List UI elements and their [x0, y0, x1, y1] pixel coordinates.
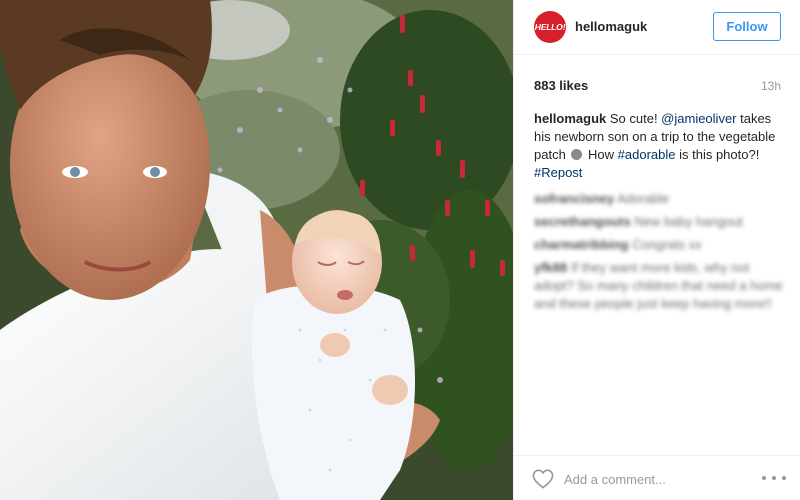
- caption-text: So cute!: [606, 111, 662, 126]
- comment-item: charmatribbing Congrats xx: [534, 236, 784, 254]
- caption: hellomaguk So cute! @jamieoliver takes h…: [534, 110, 784, 182]
- caption-text: is this photo?!: [675, 147, 760, 162]
- comment-text: New baby hangout: [634, 214, 743, 229]
- caption-hashtag[interactable]: #adorable: [618, 147, 676, 162]
- dot: [762, 476, 766, 480]
- dot: [772, 476, 776, 480]
- comment-text: Adorable: [617, 191, 670, 206]
- post-header: HELLO! hellomaguk Follow: [514, 0, 800, 55]
- comment-username[interactable]: yfk88: [534, 260, 567, 275]
- comments-list: hellomaguk So cute! @jamieoliver takes h…: [534, 110, 784, 313]
- avatar-logo-text: HELLO!: [534, 22, 566, 32]
- comment-item: secrethangouts New baby hangout: [534, 213, 784, 231]
- emoji-icon: [571, 149, 583, 160]
- dot: [782, 476, 786, 480]
- heart-icon[interactable]: [532, 469, 554, 489]
- comment-text: If they want more kids, why not adopt? S…: [534, 260, 783, 311]
- post-photo[interactable]: [0, 0, 513, 500]
- timestamp[interactable]: 13h: [761, 79, 781, 93]
- follow-button[interactable]: Follow: [713, 12, 781, 41]
- post-footer: [514, 455, 800, 500]
- caption-username[interactable]: hellomaguk: [534, 111, 606, 126]
- likes-row: 883 likes 13h: [534, 78, 781, 96]
- likes-count[interactable]: 883 likes: [534, 78, 588, 93]
- comment-text: Congrats xx: [632, 237, 702, 252]
- comment-username[interactable]: charmatribbing: [534, 237, 629, 252]
- add-comment-input[interactable]: [564, 470, 744, 488]
- more-options-icon[interactable]: [762, 469, 786, 487]
- comment-username[interactable]: sofrancisney: [534, 191, 614, 206]
- instagram-post: HELLO! hellomaguk Follow 883 likes 13h h…: [0, 0, 800, 500]
- avatar[interactable]: HELLO!: [534, 11, 566, 43]
- comment-item: sofrancisney Adorable: [534, 190, 784, 208]
- comment-username[interactable]: secrethangouts: [534, 214, 631, 229]
- caption-text: How: [584, 147, 618, 162]
- caption-hashtag[interactable]: #Repost: [534, 165, 582, 180]
- post-photo-illustration: [0, 0, 513, 500]
- username-link[interactable]: hellomaguk: [575, 19, 647, 34]
- post-details-panel: HELLO! hellomaguk Follow 883 likes 13h h…: [513, 0, 800, 500]
- comment-item: yfk88 If they want more kids, why not ad…: [534, 259, 784, 313]
- caption-mention[interactable]: @jamieoliver: [661, 111, 736, 126]
